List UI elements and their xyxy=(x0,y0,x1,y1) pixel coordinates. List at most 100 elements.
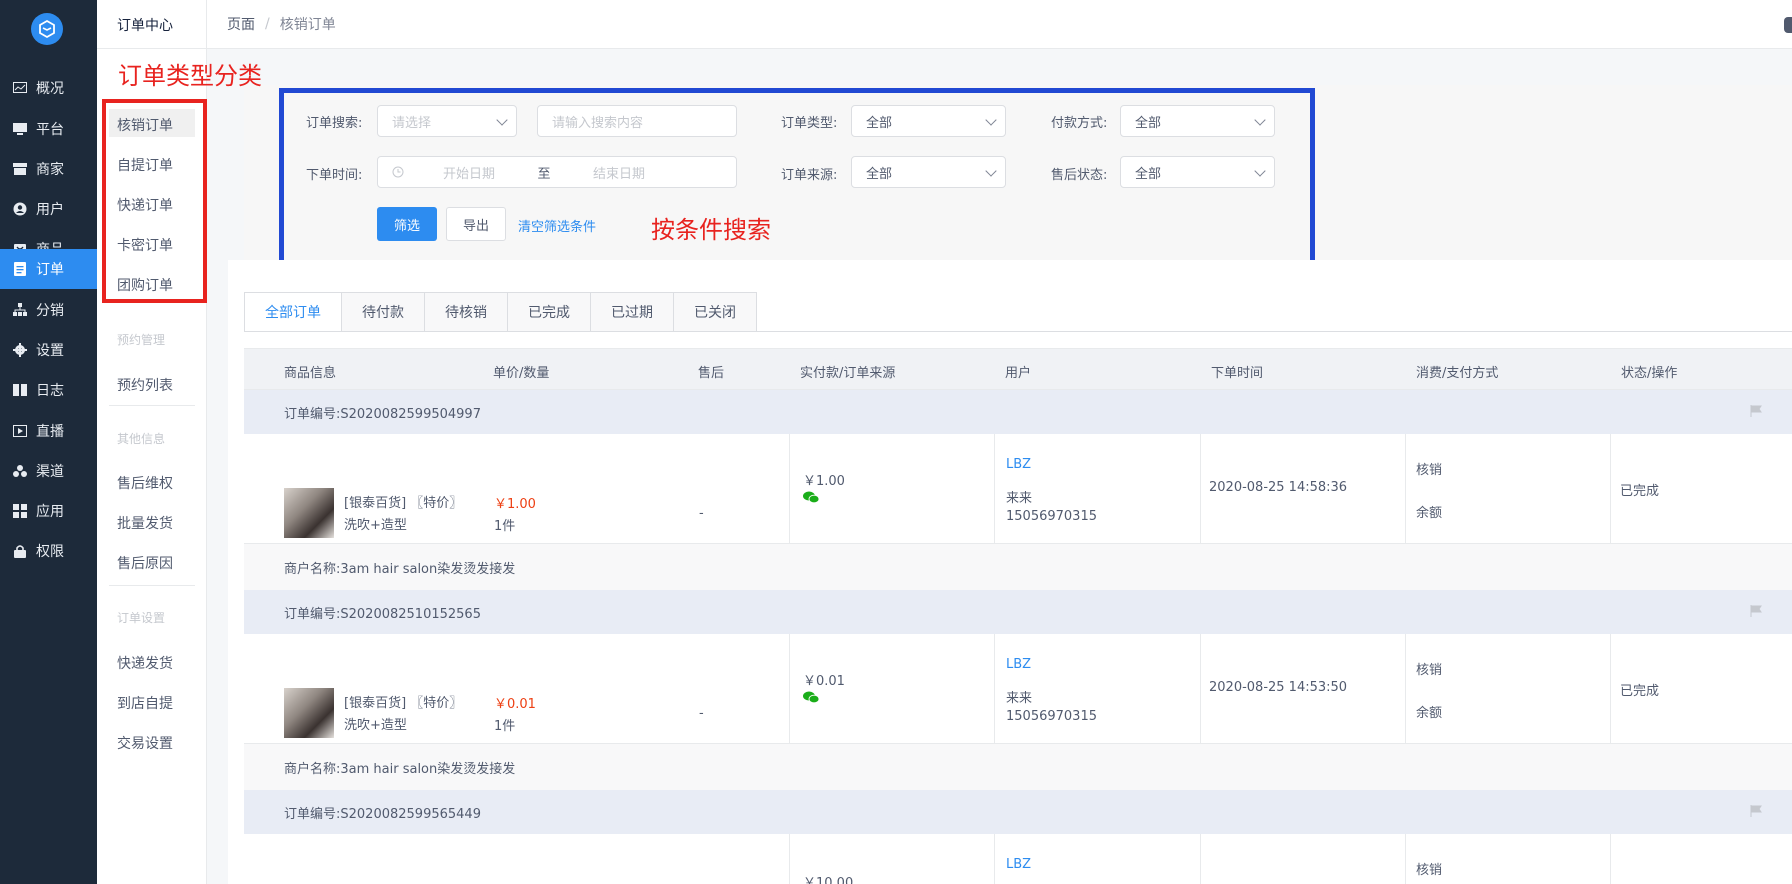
submenu-item-express-ship[interactable]: 快递发货 xyxy=(117,653,173,673)
quantity: 1件 xyxy=(494,719,516,734)
order-row: [银泰百货] 〖特价〗 洗吹+造型 ￥1.00 1件 - ￥1.00 LBZ 来… xyxy=(244,434,1792,544)
nav-item-order[interactable]: 订单 xyxy=(0,249,97,289)
user-icon xyxy=(12,201,28,217)
tab-all[interactable]: 全部订单 xyxy=(244,292,342,332)
submenu-item-batch-ship[interactable]: 批量发货 xyxy=(117,513,173,533)
consume-type: 核销 xyxy=(1416,663,1443,678)
annotation-category-label: 订单类型分类 xyxy=(118,62,262,90)
nav-label: 日志 xyxy=(36,383,64,399)
product-name[interactable]: [银泰百货] 〖特价〗 xyxy=(344,492,462,511)
nav-item-channel[interactable]: 渠道 xyxy=(0,451,97,491)
order-number: 订单编号:S2020082599565449 xyxy=(284,806,481,822)
column-header: 单价/数量 xyxy=(493,366,550,381)
flag-icon[interactable] xyxy=(1750,405,1762,417)
nav-label: 渠道 xyxy=(36,464,64,480)
cell-divider xyxy=(1200,634,1201,744)
user-phone: 15056970315 xyxy=(1006,509,1097,524)
nav-item-permission[interactable]: 权限 xyxy=(0,531,97,571)
nav-label: 平台 xyxy=(36,122,64,138)
store-icon xyxy=(12,161,28,177)
grid-icon xyxy=(12,503,28,519)
breadcrumb-current: 核销订单 xyxy=(279,17,336,33)
nav-item-merchant[interactable]: 商家 xyxy=(0,149,97,189)
nav-label: 用户 xyxy=(36,202,64,218)
hierarchy-icon xyxy=(12,302,28,318)
submenu-title: 订单中心 xyxy=(117,18,173,34)
cell-divider xyxy=(994,434,995,544)
nav-item-settings[interactable]: 设置 xyxy=(0,330,97,370)
submenu-item-booking-list[interactable]: 预约列表 xyxy=(117,375,173,395)
nav-label: 分销 xyxy=(36,303,64,319)
video-icon xyxy=(12,423,28,439)
submenu-item-after-sale[interactable]: 售后维权 xyxy=(117,473,173,493)
wechat-icon xyxy=(803,691,819,703)
order-status: 已完成 xyxy=(1620,684,1660,699)
tab-pending-verify[interactable]: 待核销 xyxy=(425,292,508,332)
user-nickname: 来来 xyxy=(1006,691,1033,706)
nav-item-apps[interactable]: 应用 xyxy=(0,491,97,531)
order-row: [银泰百货] 〖特价〗 洗吹+造型 ￥0.01 1件 - ￥0.01 LBZ 来… xyxy=(244,634,1792,744)
flag-icon[interactable] xyxy=(1750,805,1762,817)
nav-label: 订单 xyxy=(36,262,64,278)
user-menu-icon[interactable] xyxy=(1784,17,1792,33)
cell-divider xyxy=(1405,634,1406,744)
nav-label: 直播 xyxy=(36,424,64,440)
submenu-item-trade-settings[interactable]: 交易设置 xyxy=(117,733,173,753)
product-thumbnail[interactable] xyxy=(284,688,334,738)
nav-item-live[interactable]: 直播 xyxy=(0,411,97,451)
submenu-group-booking: 预约管理 xyxy=(117,333,166,347)
user-name-link[interactable]: LBZ xyxy=(1006,857,1031,872)
breadcrumb-root[interactable]: 页面 xyxy=(227,14,255,34)
tab-pending-payment[interactable]: 待付款 xyxy=(342,292,425,332)
column-header: 用户 xyxy=(1005,366,1032,381)
merchant-name: 商户名称:3am hair salon染发烫发接发 xyxy=(284,561,516,577)
order-time: 2020-08-25 14:53:50 xyxy=(1209,680,1348,695)
lock-icon xyxy=(12,543,28,559)
submenu-item-store-pickup[interactable]: 到店自提 xyxy=(117,693,173,713)
product-thumbnail[interactable] xyxy=(284,488,334,538)
product-name[interactable]: [银泰百货] 〖特价〗 xyxy=(344,692,462,711)
nav-item-log[interactable]: 日志 xyxy=(0,370,97,410)
flag-icon[interactable] xyxy=(1750,605,1762,617)
nav-item-user[interactable]: 用户 xyxy=(0,189,97,229)
column-header: 状态/操作 xyxy=(1621,366,1678,381)
order-header-row: 订单编号:S2020082599504997 xyxy=(244,390,1792,434)
nav-item-overview[interactable]: 概况 xyxy=(0,68,97,108)
order-row: ￥10.00 LBZ 核销 xyxy=(244,834,1792,884)
tab-closed[interactable]: 已关闭 xyxy=(674,292,757,332)
order-status-tabs: 全部订单 待付款 待核销 已完成 已过期 已关闭 xyxy=(244,292,757,332)
nav-item-platform[interactable]: 平台 xyxy=(0,109,97,149)
cell-divider xyxy=(1610,434,1611,544)
submenu-item-after-sale-reason[interactable]: 售后原因 xyxy=(117,553,173,573)
nav-label: 商家 xyxy=(36,162,64,178)
paid-amount: ￥0.01 xyxy=(803,674,845,689)
cell-divider xyxy=(1405,434,1406,544)
unit-price: ￥1.00 xyxy=(494,497,536,512)
column-header: 商品信息 xyxy=(284,366,337,381)
cell-divider xyxy=(1610,634,1611,744)
book-icon xyxy=(12,382,28,398)
tab-expired[interactable]: 已过期 xyxy=(591,292,674,332)
merchant-row: 商户名称:3am hair salon染发烫发接发 xyxy=(244,744,1792,790)
table-header: 商品信息 单价/数量 售后 实付款/订单来源 用户 下单时间 消费/支付方式 状… xyxy=(244,348,1792,390)
cell-divider xyxy=(789,434,790,544)
logo-icon[interactable] xyxy=(31,13,63,45)
cell-divider xyxy=(789,634,790,744)
nav-item-distribution[interactable]: 分销 xyxy=(0,290,97,330)
gear-icon xyxy=(12,342,28,358)
order-number: 订单编号:S2020082510152565 xyxy=(284,606,481,622)
user-name-link[interactable]: LBZ xyxy=(1006,457,1031,472)
user-name-link[interactable]: LBZ xyxy=(1006,657,1031,672)
order-header-row: 订单编号:S2020082599565449 xyxy=(244,790,1792,834)
tabs-divider xyxy=(244,331,1792,332)
tab-completed[interactable]: 已完成 xyxy=(508,292,591,332)
column-header: 售后 xyxy=(698,366,725,381)
cell-divider xyxy=(1200,834,1201,884)
nav-label: 设置 xyxy=(36,343,64,359)
annotation-blue-box xyxy=(279,88,1315,273)
nav-label: 概况 xyxy=(36,81,64,97)
order-header-row: 订单编号:S2020082510152565 xyxy=(244,590,1792,634)
quantity: 1件 xyxy=(494,519,516,534)
wechat-icon xyxy=(803,491,819,503)
document-icon xyxy=(12,261,28,277)
